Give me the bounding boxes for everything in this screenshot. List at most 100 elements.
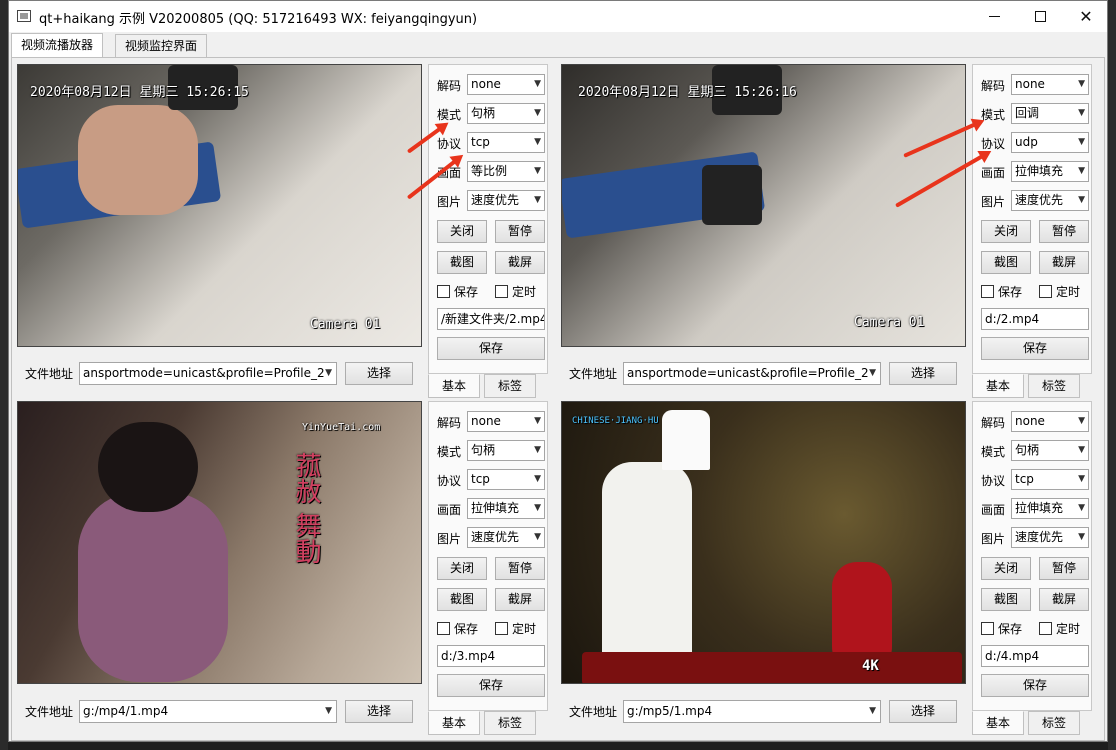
video-osd-logo: CHINESE·JIANG·HU — [572, 416, 659, 426]
choose-button[interactable]: 选择 — [889, 362, 957, 385]
mode-combo[interactable]: 句柄 ▼ — [467, 103, 545, 124]
tab-monitor-view[interactable]: 视频监控界面 — [115, 34, 208, 58]
file-address-combo[interactable]: ansportmode=unicast&profile=Profile_2 ▼ — [623, 362, 881, 385]
decode-value: none — [1015, 414, 1045, 428]
maximize-button[interactable] — [1017, 1, 1063, 32]
save-checkbox[interactable]: 保存 — [437, 620, 478, 637]
timer-checkbox-label: 定时 — [512, 285, 537, 299]
mode-combo[interactable]: 句柄 ▼ — [467, 440, 545, 461]
pause-button[interactable]: 暂停 — [1039, 557, 1089, 580]
protocol-combo[interactable]: tcp ▼ — [467, 132, 545, 153]
snapshot-button[interactable]: 截图 — [437, 251, 487, 274]
image-combo[interactable]: 速度优先 ▼ — [1011, 527, 1089, 548]
save-button[interactable]: 保存 — [981, 674, 1089, 697]
file-address-label: 文件地址 — [25, 367, 74, 381]
checkbox-box — [1039, 622, 1052, 635]
close-stream-button[interactable]: 关闭 — [437, 220, 487, 243]
timer-checkbox[interactable]: 定时 — [495, 620, 536, 637]
save-path-input[interactable]: d:/2.mp4 — [981, 308, 1089, 330]
picture-value: 拉伸填充 — [1015, 501, 1064, 515]
save-button[interactable]: 保存 — [981, 337, 1089, 360]
close-stream-button[interactable]: 关闭 — [981, 557, 1031, 580]
video-view-4[interactable]: CHINESE·JIANG·HU 4K — [561, 401, 966, 684]
mode-value: 回调 — [1015, 106, 1040, 120]
timer-checkbox[interactable]: 定时 — [1039, 620, 1080, 637]
save-checkbox[interactable]: 保存 — [981, 283, 1022, 300]
control-panel-2: 解码 none ▼ 模式 回调 ▼ 协议 udp ▼ 画面 拉伸填充 ▼ 图片 速度优先… — [972, 64, 1092, 398]
protocol-combo[interactable]: tcp ▼ — [1011, 469, 1089, 490]
video-view-3[interactable]: YinYueTai.com 菰赦 舞動 — [17, 401, 422, 684]
save-button[interactable]: 保存 — [437, 674, 545, 697]
picture-combo[interactable]: 拉伸填充 ▼ — [1011, 161, 1089, 182]
snapshot-button[interactable]: 截图 — [437, 588, 487, 611]
save-checkbox[interactable]: 保存 — [981, 620, 1022, 637]
mode-combo[interactable]: 句柄 ▼ — [1011, 440, 1089, 461]
save-button[interactable]: 保存 — [437, 337, 545, 360]
chevron-down-icon: ▼ — [1078, 474, 1085, 484]
file-address-value: ansportmode=unicast&profile=Profile_2 — [627, 366, 869, 380]
picture-combo[interactable]: 拉伸填充 ▼ — [467, 498, 545, 519]
timer-checkbox[interactable]: 定时 — [495, 283, 536, 300]
tab-basic[interactable]: 基本 — [428, 711, 480, 735]
tab-tag[interactable]: 标签 — [1028, 374, 1080, 398]
choose-button[interactable]: 选择 — [345, 700, 413, 723]
tab-stream-player[interactable]: 视频流播放器 — [11, 33, 104, 58]
save-path-input[interactable]: d:/4.mp4 — [981, 645, 1089, 667]
mode-combo[interactable]: 回调 ▼ — [1011, 103, 1089, 124]
picture-value: 拉伸填充 — [471, 501, 520, 515]
tab-tag[interactable]: 标签 — [484, 374, 536, 398]
panel-tabs: 基本 标签 — [428, 374, 548, 398]
file-address-combo[interactable]: g:/mp4/1.mp4 ▼ — [79, 700, 337, 723]
image-combo[interactable]: 速度优先 ▼ — [467, 527, 545, 548]
choose-button[interactable]: 选择 — [889, 700, 957, 723]
close-stream-button[interactable]: 关闭 — [437, 557, 487, 580]
video-view-1[interactable]: 2020年08月12日 星期三 15:26:15 Camera 01 — [17, 64, 422, 347]
protocol-combo[interactable]: tcp ▼ — [467, 469, 545, 490]
choose-button[interactable]: 选择 — [345, 362, 413, 385]
decode-combo[interactable]: none ▼ — [467, 411, 545, 432]
save-path-input[interactable]: /新建文件夹/2.mp4 — [437, 308, 545, 330]
file-row-1: 文件地址 ansportmode=unicast&profile=Profile… — [17, 359, 422, 387]
tab-tag[interactable]: 标签 — [1028, 711, 1080, 735]
chevron-down-icon: ▼ — [1078, 503, 1085, 513]
chevron-down-icon: ▼ — [534, 532, 541, 542]
pause-button[interactable]: 暂停 — [1039, 220, 1089, 243]
image-combo[interactable]: 速度优先 ▼ — [467, 190, 545, 211]
pause-button[interactable]: 暂停 — [495, 220, 545, 243]
screenshot-button[interactable]: 截屏 — [1039, 588, 1089, 611]
pause-button[interactable]: 暂停 — [495, 557, 545, 580]
file-row-3: 文件地址 g:/mp4/1.mp4 ▼ 选择 — [17, 697, 422, 725]
minimize-button[interactable] — [971, 1, 1017, 32]
chevron-down-icon: ▼ — [325, 706, 332, 716]
mode-value: 句柄 — [471, 443, 496, 457]
screenshot-button[interactable]: 截屏 — [1039, 251, 1089, 274]
picture-combo[interactable]: 等比例 ▼ — [467, 161, 545, 182]
file-address-combo[interactable]: ansportmode=unicast&profile=Profile_2 ▼ — [79, 362, 337, 385]
screenshot-button[interactable]: 截屏 — [495, 251, 545, 274]
tab-basic[interactable]: 基本 — [972, 711, 1024, 735]
close-window-button[interactable]: ✕ — [1063, 1, 1109, 32]
mode-label: 模式 — [981, 445, 1006, 459]
close-stream-button[interactable]: 关闭 — [981, 220, 1031, 243]
image-combo[interactable]: 速度优先 ▼ — [1011, 190, 1089, 211]
protocol-combo[interactable]: udp ▼ — [1011, 132, 1089, 153]
file-address-label: 文件地址 — [569, 705, 618, 719]
protocol-value: tcp — [1015, 472, 1034, 486]
save-checkbox[interactable]: 保存 — [437, 283, 478, 300]
tab-tag[interactable]: 标签 — [484, 711, 536, 735]
file-address-combo[interactable]: g:/mp5/1.mp4 ▼ — [623, 700, 881, 723]
tab-basic[interactable]: 基本 — [428, 374, 480, 398]
save-path-input[interactable]: d:/3.mp4 — [437, 645, 545, 667]
snapshot-button[interactable]: 截图 — [981, 588, 1031, 611]
chevron-down-icon: ▼ — [1078, 137, 1085, 147]
image-label: 图片 — [981, 195, 1006, 209]
picture-combo[interactable]: 拉伸填充 ▼ — [1011, 498, 1089, 519]
tab-basic[interactable]: 基本 — [972, 374, 1024, 398]
timer-checkbox[interactable]: 定时 — [1039, 283, 1080, 300]
snapshot-button[interactable]: 截图 — [981, 251, 1031, 274]
decode-combo[interactable]: none ▼ — [467, 74, 545, 95]
screenshot-button[interactable]: 截屏 — [495, 588, 545, 611]
decode-combo[interactable]: none ▼ — [1011, 411, 1089, 432]
video-view-2[interactable]: 2020年08月12日 星期三 15:26:16 Camera 01 — [561, 64, 966, 347]
decode-combo[interactable]: none ▼ — [1011, 74, 1089, 95]
